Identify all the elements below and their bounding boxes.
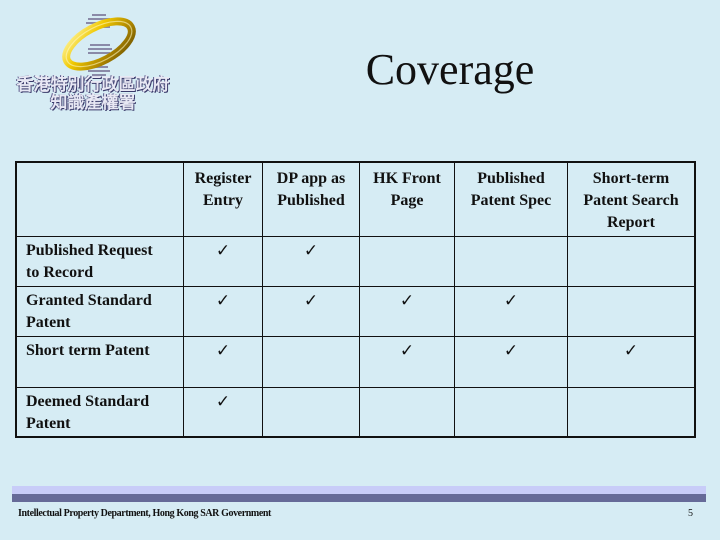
footer-divider-light (12, 486, 706, 494)
check-mark-icon: ✓ (262, 235, 360, 287)
logo-text-line-1: 香港特別行政區政府 (16, 75, 170, 95)
gold-ring-icon (62, 14, 136, 76)
column-header-line: Patent Spec (470, 192, 552, 209)
check-mark-icon: ✓ (183, 235, 263, 287)
row-label-deemed-standard-patent: Deemed Standard Patent (15, 386, 184, 438)
table-row: Short term Patent ✓ ✓ ✓ ✓ (15, 335, 696, 388)
check-mark-icon: ✓ (183, 285, 263, 337)
row-label-line: Short term Patent (26, 341, 150, 359)
coverage-table: Register Entry DP app as Published HK Fr… (15, 161, 696, 438)
check-mark-icon: ✓ (183, 335, 263, 388)
row-label-short-term-patent: Short term Patent (15, 335, 184, 388)
logo-text-line-2: 知識產權署 (50, 93, 136, 113)
column-header-register-entry: Register Entry (183, 161, 263, 237)
column-header-line: Page (390, 192, 424, 209)
row-label-granted-standard-patent: Granted Standard Patent (15, 285, 184, 337)
check-mark-icon: ✓ (454, 335, 568, 388)
row-label-line: Patent (26, 313, 71, 331)
footer-divider-dark (12, 494, 706, 502)
check-mark-icon: ✓ (359, 285, 455, 337)
empty-cell (454, 235, 568, 287)
row-label-line: to Record (26, 263, 94, 281)
column-header-line: Published (277, 192, 345, 209)
check-mark-icon: ✓ (183, 386, 263, 438)
footer-organization-text: Intellectual Property Department, Hong K… (18, 508, 271, 519)
table-row: Deemed Standard Patent ✓ (15, 386, 696, 438)
column-header-published-patent-spec: Published Patent Spec (454, 161, 568, 237)
check-mark-icon: ✓ (454, 285, 568, 337)
empty-cell (567, 386, 696, 438)
column-header-line: DP app as (276, 170, 346, 187)
check-mark-icon: ✓ (262, 285, 360, 337)
column-header-line: Report (607, 214, 655, 231)
empty-cell (567, 235, 696, 287)
table-row: Published Request to Record ✓ ✓ (15, 235, 696, 287)
check-mark-icon: ✓ (567, 335, 696, 388)
row-label-published-request-to-record: Published Request to Record (15, 235, 184, 287)
column-header-line: HK Front (373, 170, 441, 187)
column-header-empty (15, 161, 184, 237)
page-number: 5 (688, 508, 693, 519)
empty-cell (567, 285, 696, 337)
column-header-short-term-search-report: Short-term Patent Search Report (567, 161, 696, 237)
department-logo-text: 香港特別行政區政府 知識產權署 (8, 76, 178, 112)
check-mark-icon: ✓ (359, 335, 455, 388)
column-header-line: Entry (203, 192, 243, 209)
empty-cell (454, 386, 568, 438)
column-header-hk-front-page: HK Front Page (359, 161, 455, 237)
column-header-line: Register (194, 170, 252, 187)
column-header-line: Patent Search (583, 192, 679, 209)
row-label-line: Published Request (26, 241, 153, 259)
column-header-dp-app-published: DP app as Published (262, 161, 360, 237)
column-header-line: Published (477, 170, 545, 187)
row-label-line: Deemed Standard (26, 392, 150, 410)
column-header-line: Short-term (592, 170, 670, 187)
empty-cell (359, 235, 455, 287)
row-label-line: Patent (26, 414, 71, 432)
empty-cell (262, 335, 360, 388)
empty-cell (262, 386, 360, 438)
empty-cell (359, 386, 455, 438)
row-label-line: Granted Standard (26, 291, 152, 309)
table-header-row: Register Entry DP app as Published HK Fr… (15, 161, 696, 237)
table-row: Granted Standard Patent ✓ ✓ ✓ ✓ (15, 285, 696, 337)
slide-title: Coverage (365, 45, 535, 94)
